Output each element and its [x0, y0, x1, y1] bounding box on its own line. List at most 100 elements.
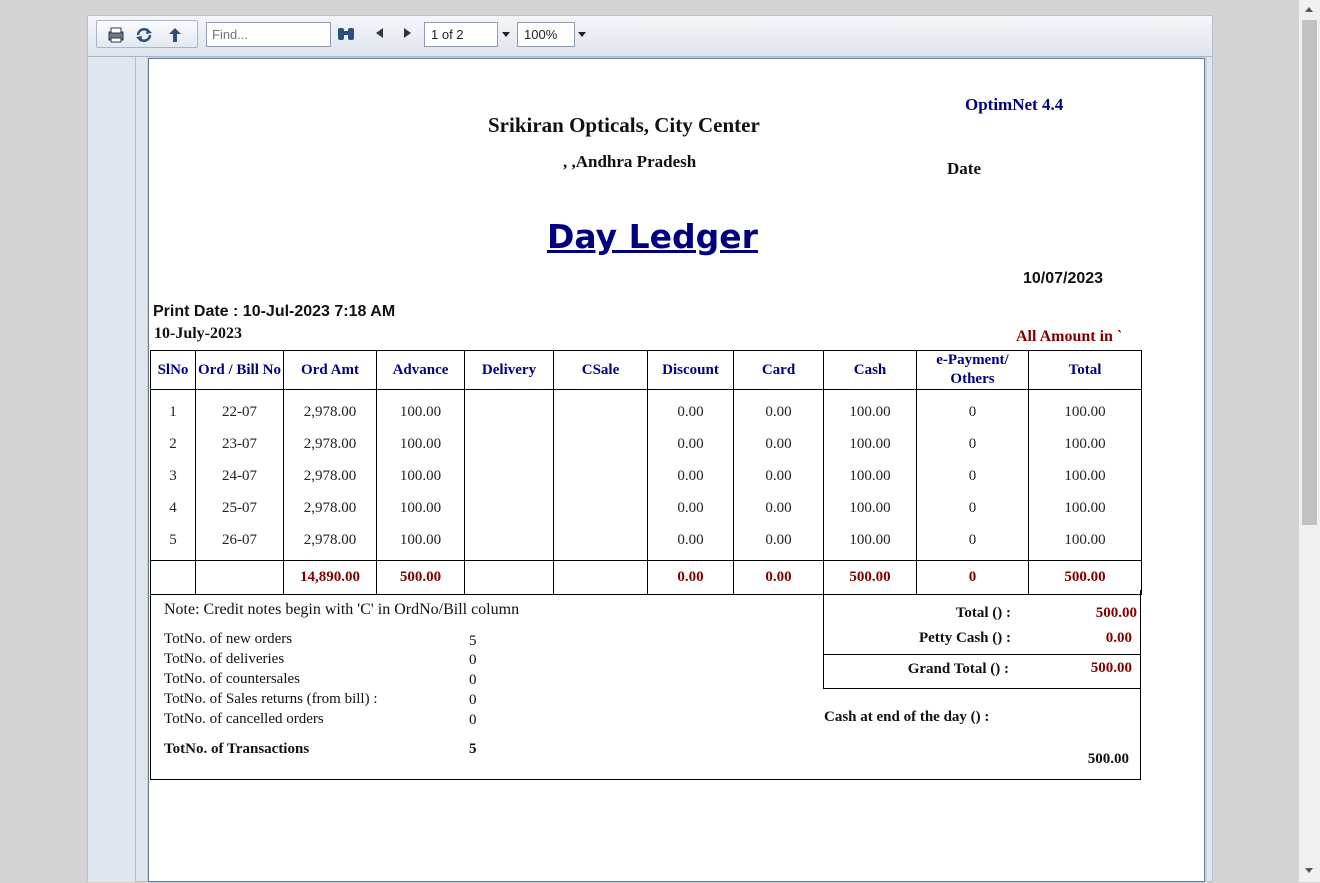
vertical-scrollbar[interactable]: [1299, 0, 1320, 882]
cash-end-value: 500.00: [1087, 751, 1129, 767]
export-icon[interactable]: [165, 26, 185, 44]
transactions-label: TotNo. of Transactions: [164, 741, 310, 757]
count-value: 0: [469, 712, 477, 728]
cell-bill: 24-07: [195, 460, 284, 492]
petty-cash-value: 0.00: [1105, 630, 1132, 646]
scroll-up-icon[interactable]: [1305, 7, 1313, 12]
refresh-icon[interactable]: [134, 26, 154, 44]
count-label: TotNo. of countersales: [164, 671, 300, 687]
count-value: 0: [469, 652, 477, 668]
cell-bill: 25-07: [195, 492, 284, 524]
cell-bill: 26-07: [195, 524, 284, 561]
cell-csale: [553, 492, 648, 524]
total-value: 500.00: [1095, 605, 1137, 621]
binoculars-icon[interactable]: [336, 25, 356, 48]
cell-slno: 4: [150, 492, 196, 524]
page-dropdown-icon[interactable]: [502, 32, 510, 37]
column-header: Cash: [823, 350, 917, 390]
cell-advance: 100.00: [376, 428, 465, 460]
ledger-table: SlNo Ord / Bill No Ord Amt Advance Deliv…: [150, 350, 1142, 595]
report-title: Day Ledger: [547, 217, 758, 256]
column-header: SlNo: [150, 350, 196, 390]
cell-ord-amt: 2,978.00: [283, 492, 377, 524]
date-label: Date: [947, 159, 981, 178]
cell-delivery: [464, 389, 554, 428]
cell-card: 0.00: [733, 389, 824, 428]
company-name: Srikiran Opticals, City Center: [488, 113, 760, 137]
grand-total-value: 500.00: [1090, 660, 1132, 676]
count-label: TotNo. of cancelled orders: [164, 711, 324, 727]
cell-ord-amt: 2,978.00: [283, 428, 377, 460]
cell-cash: 100.00: [823, 389, 917, 428]
scroll-down-icon[interactable]: [1305, 868, 1313, 873]
cell-slno: 5: [150, 524, 196, 561]
find-input[interactable]: [206, 22, 331, 47]
cell-cash: 100.00: [823, 492, 917, 524]
cell-total: 100.00: [1028, 389, 1142, 428]
cell-delivery: [464, 428, 554, 460]
grand-total-label: Grand Total () :: [907, 661, 1009, 677]
transactions-value: 5: [469, 741, 477, 757]
table-row: 4 25-07 2,978.00 100.00 0.00 0.00 100.00…: [150, 492, 1142, 524]
cell-total: 100.00: [1028, 460, 1142, 492]
cell-discount: 0.00: [647, 389, 734, 428]
cell-epay: 0: [916, 524, 1029, 561]
count-label: TotNo. of new orders: [164, 631, 293, 647]
cell-discount: 0.00: [647, 524, 734, 561]
amount-unit-note: All Amount in `: [1016, 328, 1123, 345]
cell-bill: 23-07: [195, 428, 284, 460]
scroll-thumb[interactable]: [1302, 20, 1317, 525]
grand-total-divider: [823, 654, 1141, 655]
cell-card: 0.00: [733, 492, 824, 524]
cell-epay: 0: [916, 428, 1029, 460]
credit-note: Note: Credit notes begin with 'C' in Ord…: [164, 601, 520, 618]
next-page-icon[interactable]: [404, 28, 411, 38]
company-address: , ,Andhra Pradesh: [563, 152, 697, 171]
cell-ord-amt: 2,978.00: [283, 389, 377, 428]
cell-card: 0.00: [733, 460, 824, 492]
print-date: Print Date : 10-Jul-2023 7:18 AM: [153, 303, 396, 320]
cell-advance: 100.00: [376, 492, 465, 524]
page-indicator[interactable]: 1 of 2: [424, 22, 498, 47]
prev-page-icon[interactable]: [376, 28, 383, 38]
cell-cash: 100.00: [823, 460, 917, 492]
cell-epay: 0: [916, 492, 1029, 524]
column-header: Ord Amt: [283, 350, 377, 390]
cell-csale: [553, 389, 648, 428]
table-header-row: SlNo Ord / Bill No Ord Amt Advance Deliv…: [150, 350, 1142, 390]
print-icon[interactable]: [106, 26, 126, 44]
cell-slno: 1: [150, 389, 196, 428]
cell-bill: 22-07: [195, 389, 284, 428]
document-map-pane: [88, 57, 136, 882]
brand-label: OptimNet 4.4: [965, 95, 1064, 114]
zoom-select[interactable]: 100%: [517, 22, 575, 47]
column-header: Card: [733, 350, 824, 390]
cell-advance: 100.00: [376, 460, 465, 492]
column-header: Delivery: [464, 350, 554, 390]
cell-csale: [553, 524, 648, 561]
zoom-dropdown-icon[interactable]: [578, 32, 586, 37]
report-date: 10-July-2023: [154, 325, 242, 342]
cell-delivery: [464, 524, 554, 561]
cell-ord-amt: 2,978.00: [283, 460, 377, 492]
report-date-value: 10/07/2023: [1023, 270, 1104, 287]
table-row: 2 23-07 2,978.00 100.00 0.00 0.00 100.00…: [150, 428, 1142, 460]
cell-slno: 2: [150, 428, 196, 460]
column-header: Ord / Bill No: [195, 350, 284, 390]
cell-csale: [553, 428, 648, 460]
count-label: TotNo. of deliveries: [164, 651, 285, 667]
column-header: CSale: [553, 350, 648, 390]
viewer-toolbar: 1 of 2 100%: [88, 16, 1212, 57]
cell-discount: 0.00: [647, 428, 734, 460]
cell-delivery: [464, 492, 554, 524]
cell-card: 0.00: [733, 428, 824, 460]
count-value: 0: [469, 672, 477, 688]
petty-cash-label: Petty Cash () :: [918, 630, 1011, 646]
cell-discount: 0.00: [647, 492, 734, 524]
cell-csale: [553, 460, 648, 492]
cell-card: 0.00: [733, 524, 824, 561]
total-label: Total () :: [955, 605, 1011, 621]
cell-epay: 0: [916, 460, 1029, 492]
cell-cash: 100.00: [823, 428, 917, 460]
cell-delivery: [464, 460, 554, 492]
